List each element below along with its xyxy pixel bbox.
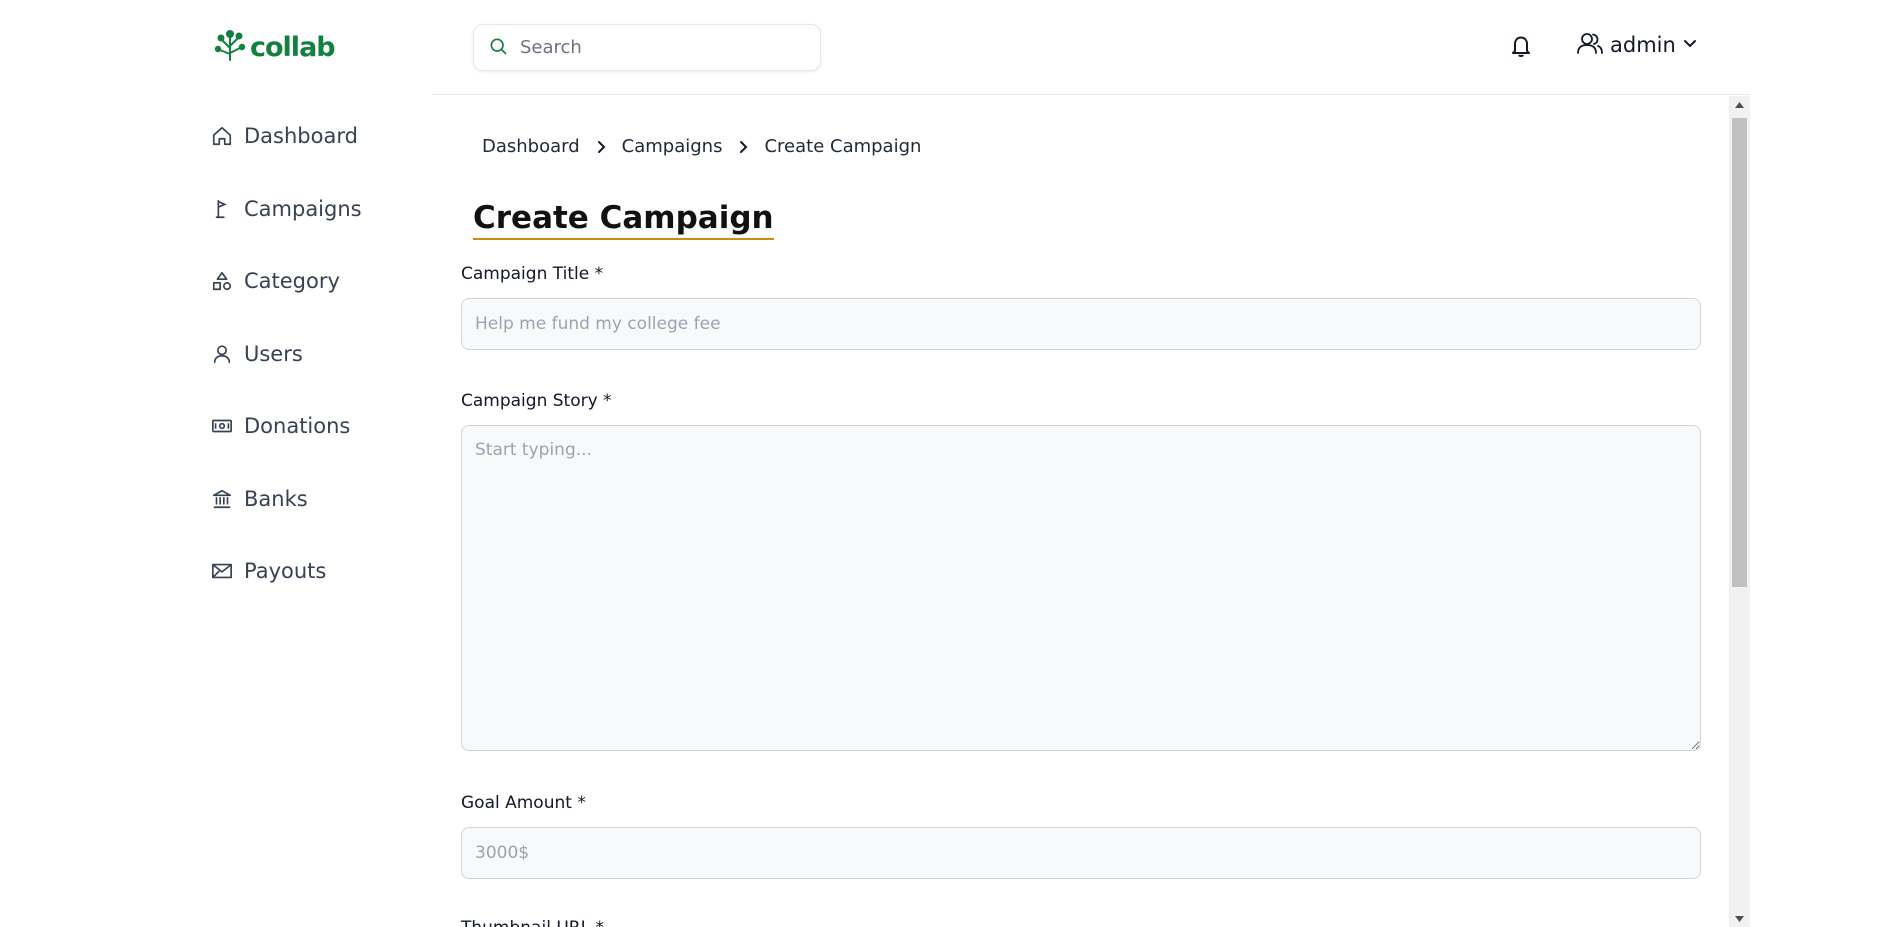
notification-bell-icon[interactable] [1509,33,1533,63]
tree-logo-icon [214,28,246,66]
thumbnail-url-label: Thumbnail URL * [461,918,604,927]
scroll-down-arrow-icon[interactable] [1729,910,1750,927]
breadcrumb-dashboard[interactable]: Dashboard [482,136,580,157]
sidebar-item-label: Payouts [244,559,327,583]
scroll-thumb[interactable] [1732,118,1747,587]
campaign-story-label: Campaign Story * [461,391,612,411]
sidebar-item-label: Banks [244,486,308,511]
sidebar-item-payouts[interactable]: Payouts [210,553,362,589]
search-icon [488,36,508,60]
sidebar-item-label: Dashboard [244,124,358,148]
sidebar-item-category[interactable]: Category [210,263,362,299]
search-input[interactable] [518,36,798,59]
money-icon [210,414,234,438]
sidebar-item-label: Donations [244,414,351,438]
search-box[interactable] [473,24,821,71]
bank-icon [210,487,234,511]
goal-amount-input[interactable] [461,827,1701,879]
campaign-title-label: Campaign Title * [461,264,604,284]
user-menu[interactable]: admin [1576,30,1698,60]
brand-name: collab [250,31,336,63]
campaign-story-textarea[interactable] [461,425,1701,751]
flag-icon [210,197,234,221]
users-icon [1576,30,1604,60]
chevron-down-icon [1682,35,1698,55]
top-bar: admin [432,0,1750,95]
chevron-right-icon [595,140,607,154]
main-content: Dashboard Campaigns Create Campaign Crea… [432,96,1729,927]
scroll-up-arrow-icon[interactable] [1729,96,1750,113]
sidebar-item-label: Campaigns [244,196,362,221]
sidebar-item-label: Category [244,269,340,293]
breadcrumb-campaigns[interactable]: Campaigns [622,136,723,157]
sidebar-item-campaigns[interactable]: Campaigns [210,191,362,227]
sidebar-nav: Dashboard Campaigns Category Users Donat… [210,118,362,626]
sidebar-item-dashboard[interactable]: Dashboard [210,118,362,154]
sidebar: collab Dashboard Campaigns Category User… [0,0,432,927]
user-name: admin [1610,33,1676,57]
chevron-right-icon [737,140,749,154]
sidebar-item-banks[interactable]: Banks [210,481,362,517]
goal-amount-label: Goal Amount * [461,793,586,813]
sidebar-item-users[interactable]: Users [210,336,362,372]
envelope-icon [210,559,234,583]
page-title: Create Campaign [473,200,774,240]
campaign-title-input[interactable] [461,298,1701,350]
breadcrumb-current: Create Campaign [764,136,922,157]
user-icon [210,342,234,366]
brand-logo[interactable]: collab [214,28,336,66]
sidebar-item-label: Users [244,341,303,366]
main-scrollbar[interactable] [1729,96,1750,927]
sidebar-item-donations[interactable]: Donations [210,408,362,444]
home-icon [210,124,234,148]
breadcrumb: Dashboard Campaigns Create Campaign [482,136,921,157]
shapes-icon [210,269,234,293]
